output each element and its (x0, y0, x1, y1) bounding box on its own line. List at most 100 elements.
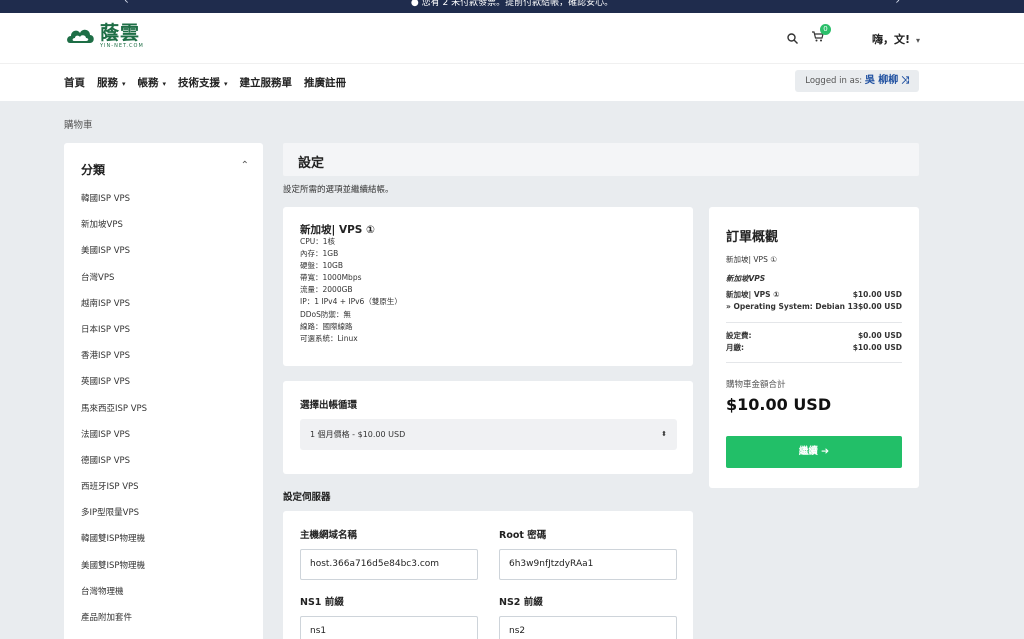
sidebar-item[interactable]: 台灣VPS (81, 272, 147, 298)
chevron-down-icon: ▾ (915, 36, 920, 45)
cloud-logo-icon (67, 29, 94, 43)
brand-logo[interactable]: 蔭雲 YIN-NET.COM (66, 23, 144, 49)
nav-support[interactable]: 技術支援 ▾ (178, 75, 228, 90)
category-list: 韓國ISP VPS 新加坡VPS 美國ISP VPS 台灣VPS 越南ISP V… (81, 193, 147, 638)
summary-divider (726, 362, 902, 363)
ns1-label: NS1 前綴 (300, 597, 344, 608)
cart-button[interactable]: 0 (812, 24, 831, 45)
sidebar-item[interactable]: 法國ISP VPS (81, 429, 147, 455)
select-arrows-icon: ⬍ (661, 430, 667, 438)
root-password-input[interactable]: 6h3w9nfJtzdyRAa1 (499, 549, 677, 580)
spec-item: 內存：1GB (300, 249, 339, 259)
hostname-input[interactable]: host.366a716d5e84bc3.com (300, 549, 478, 580)
summary-group: 新加坡| VPS ① (726, 255, 777, 264)
summary-os-item: » Operating System: Debian 13 $0.00 USD (726, 301, 902, 312)
category-sidebar: 分類 ⌃ 韓國ISP VPS 新加坡VPS 美國ISP VPS 台灣VPS 越南… (64, 143, 263, 639)
sidebar-item[interactable]: 韓國ISP VPS (81, 193, 147, 219)
ns2-input[interactable]: ns2 (499, 616, 677, 639)
spec-item: 帶寬：1000Mbps (300, 273, 362, 283)
nav-support-label: 技術支援 (178, 77, 221, 89)
switch-user-icon[interactable]: ⤨ (901, 75, 909, 86)
spec-item: 線路：國際線路 (300, 321, 353, 331)
monthly-value: $10.00 USD (852, 343, 902, 352)
summary-line-item: 新加坡| VPS ① $10.00 USD (726, 289, 902, 300)
nav-affiliates[interactable]: 推廣註冊 (304, 75, 346, 90)
sidebar-title: 分類 (81, 163, 106, 177)
summary-setup-fee: 設定費: $0.00 USD (726, 330, 902, 341)
summary-line-price: $10.00 USD (852, 290, 902, 299)
setup-fee-label: 設定費: (726, 331, 752, 340)
spec-item: 可選系統：Linux (300, 333, 358, 343)
summary-monthly: 月繳: $10.00 USD (726, 342, 902, 353)
billing-cycle-card: 選擇出帳循環 1 個月價格 - $10.00 USD ⬍ (283, 381, 693, 474)
summary-category: 新加坡VPS (726, 274, 766, 283)
arrow-right-circle-icon: ➔ (821, 446, 830, 457)
ns1-input[interactable]: ns1 (300, 616, 478, 639)
summary-line-name: 新加坡| VPS ① (726, 290, 780, 299)
continue-button[interactable]: 繼續 ➔ (726, 436, 902, 468)
logged-in-user[interactable]: 吳 柳柳 (865, 75, 898, 86)
breadcrumb[interactable]: 購物車 (64, 117, 93, 131)
billing-cycle-select[interactable]: 1 個月價格 - $10.00 USD ⬍ (300, 419, 677, 450)
root-password-label: Root 密碼 (499, 530, 547, 541)
billing-cycle-label: 選擇出帳循環 (300, 400, 358, 411)
next-announcement-arrow[interactable]: › (895, 0, 900, 6)
spec-item: 流量：2000GB (300, 285, 353, 295)
sidebar-item[interactable]: 美國ISP VPS (81, 245, 147, 271)
sidebar-item[interactable]: 日本ISP VPS (81, 324, 147, 350)
sidebar-item[interactable]: 多IP型限量VPS (81, 507, 147, 533)
brand-name: 蔭雲 (100, 22, 141, 44)
nav-home[interactable]: 首頁 (64, 75, 85, 90)
sidebar-item[interactable]: 香港ISP VPS (81, 350, 147, 376)
spec-item: CPU：1核 (300, 237, 336, 246)
chevron-down-icon: ▾ (122, 80, 126, 88)
sidebar-item[interactable]: 產品附加套件 (81, 612, 147, 638)
sidebar-item[interactable]: 越南ISP VPS (81, 298, 147, 324)
server-config-card: 主機網域名稱 host.366a716d5e84bc3.com Root 密碼 … (283, 511, 693, 639)
setup-fee-value: $0.00 USD (857, 331, 902, 340)
sidebar-item[interactable]: 西班牙ISP VPS (81, 481, 147, 507)
product-specs: CPU：1核 內存：1GB 硬盤：10GB 帶寬：1000Mbps 流量：200… (300, 236, 402, 345)
sidebar-item[interactable]: 馬來西亞ISP VPS (81, 403, 147, 429)
page-title: 設定 (298, 156, 325, 171)
page-title-bar: 設定 (283, 143, 919, 176)
nav-billing-label: 帳務 (137, 77, 159, 89)
sidebar-item[interactable]: 韓國雙ISP物理機 (81, 533, 147, 559)
chevron-up-icon[interactable]: ⌃ (241, 160, 249, 171)
spec-item: DDoS防禦：無 (300, 309, 351, 319)
sidebar-item[interactable]: 台灣物理機 (81, 586, 147, 612)
sidebar-item[interactable]: 新加坡VPS (81, 219, 147, 245)
nav-billing[interactable]: 帳務 ▾ (138, 75, 167, 90)
hostname-label: 主機網域名稱 (300, 530, 358, 541)
page-subtitle: 設定所需的選項並繼續結帳。 (283, 185, 394, 195)
spec-item: IP：1 IPv4 + IPv6（雙原生） (300, 297, 402, 307)
sidebar-item[interactable]: 英國ISP VPS (81, 376, 147, 402)
summary-os-price: $0.00 USD (857, 302, 902, 311)
ns2-label: NS2 前綴 (499, 597, 543, 608)
product-info-card: 新加坡| VPS ① CPU：1核 內存：1GB 硬盤：10GB 帶寬：1000… (283, 207, 693, 366)
cart-total-label: 購物車金額合計 (726, 380, 786, 390)
brand-tagline: YIN-NET.COM (100, 43, 144, 49)
sidebar-item[interactable]: 美國雙ISP物理機 (81, 560, 147, 586)
header-icons: 0 (787, 24, 831, 45)
nav-services-label: 服務 (97, 77, 118, 89)
prev-announcement-arrow[interactable]: ‹ (124, 0, 129, 6)
announcement-bar: ‹ ● 您有 2 未付款發票。提前付款結帳，確認安心。 › (0, 0, 1024, 13)
chevron-down-icon: ▾ (162, 80, 167, 88)
nav-services[interactable]: 服務 ▾ (97, 75, 126, 90)
user-menu[interactable]: 嗨，文! ▾ (872, 31, 920, 47)
summary-os-name: » Operating System: Debian 13 (726, 302, 859, 311)
cart-total-amount: $10.00 USD (726, 395, 832, 414)
billing-cycle-value: 1 個月價格 - $10.00 USD (310, 430, 406, 439)
search-icon[interactable] (787, 32, 798, 44)
cart-count-badge: 0 (820, 24, 831, 35)
announcement-text: ● 您有 2 未付款發票。提前付款結帳，確認安心。 (410, 0, 614, 8)
continue-label: 繼續 (798, 446, 818, 457)
summary-divider (726, 322, 902, 323)
logged-in-as: Logged in as: 吳 柳柳 ⤨ (795, 70, 919, 92)
order-summary-card: 訂單概觀 新加坡| VPS ① 新加坡VPS 新加坡| VPS ① $10.00… (709, 207, 919, 488)
sidebar-item[interactable]: 德國ISP VPS (81, 455, 147, 481)
nav-open-ticket[interactable]: 建立服務單 (240, 75, 293, 90)
spec-item: 硬盤：10GB (300, 261, 344, 271)
logged-in-label: Logged in as: (805, 76, 863, 86)
